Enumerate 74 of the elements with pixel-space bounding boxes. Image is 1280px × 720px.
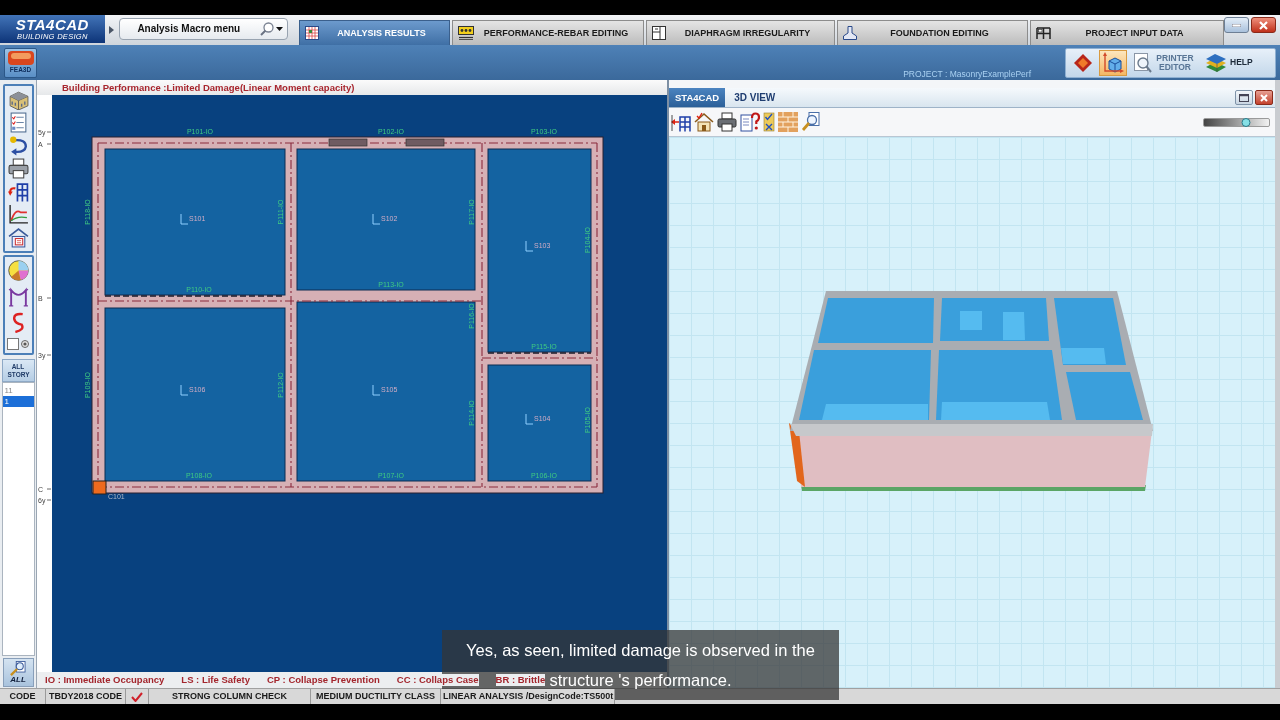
tab[interactable]: ANALYSIS RESULTS (299, 20, 450, 45)
grid-document-icon (305, 26, 319, 40)
legend-item: BR : Brittle (495, 674, 546, 686)
tab[interactable]: PERFORMANCE-REBAR EDITING (452, 20, 644, 45)
view-title: 3D VIEW (734, 91, 776, 104)
caret-icon (276, 27, 283, 31)
diamond-icon (1074, 53, 1092, 72)
magnifier-document-icon (9, 661, 27, 676)
tab[interactable]: DIAPHRAGM IRREGULARITY (646, 20, 835, 45)
minimize-button[interactable] (1224, 17, 1249, 33)
curved-arrow-icon[interactable] (7, 135, 29, 156)
frame-arrow-icon[interactable] (671, 112, 691, 132)
slab-axis-icon (180, 384, 189, 396)
checkbox-cross-icon[interactable] (763, 112, 775, 132)
help-document-icon[interactable] (740, 112, 760, 132)
search-icon (260, 22, 274, 36)
portal-frame-icon[interactable] (7, 286, 29, 307)
frame-arrow-icon[interactable] (7, 181, 29, 202)
help-button[interactable]: HELP (1202, 49, 1256, 76)
legend-item: CC : Collaps Case (396, 674, 479, 686)
restore-icon (1239, 93, 1249, 102)
project-name: PROJECT : MasonryExamplePerf (903, 68, 1031, 79)
radio-dot-icon[interactable] (21, 340, 29, 348)
option-checkbox[interactable] (7, 338, 19, 350)
slab-icon (7, 51, 34, 66)
legend-item: CP : Collapse Prevention (266, 674, 380, 686)
slab-axis-icon (372, 213, 381, 225)
floor-plan-icon (652, 26, 666, 40)
slab-axis-icon (525, 240, 534, 252)
legend-item: LS : Life Safety (181, 674, 250, 686)
status-text: TBDY2018 CODE (46, 689, 126, 704)
window-mark (405, 138, 445, 147)
printer-icon[interactable] (7, 158, 29, 179)
rebar-icon (458, 26, 474, 40)
restore-button[interactable] (1235, 90, 1253, 105)
frame-grid-icon (1036, 26, 1051, 40)
slider-thumb[interactable] (1241, 117, 1251, 127)
window-mark (328, 138, 368, 147)
story-item[interactable]: 1 (2, 396, 34, 407)
pie-chart-icon[interactable] (7, 260, 29, 281)
expand-arrow-icon[interactable] (108, 26, 114, 34)
legend-item: IO : Immediate Occupancy (45, 674, 165, 686)
close-button[interactable] (1255, 90, 1273, 105)
macro-menu-dropdown[interactable]: Analysis Macro menu (118, 18, 288, 40)
status-text: CODE (0, 689, 46, 704)
books-icon (1205, 52, 1227, 73)
plan-title: Building Performance :Limited Damage(Linear Moment capacity) (62, 81, 355, 94)
slab-axis-icon (372, 384, 381, 396)
status-text: STRONG COLUMN CHECK (149, 689, 311, 704)
close-icon (1260, 93, 1268, 102)
tab[interactable]: PROJECT INPUT DATA (1030, 20, 1224, 45)
logo-title: STA4CAD (15, 17, 89, 33)
view-tab[interactable]: STA4CAD (669, 88, 726, 107)
cube-icon (1102, 51, 1124, 74)
slab-axis-icon (525, 413, 534, 425)
minimize-icon (1232, 23, 1241, 27)
zoom-slider-track[interactable] (1203, 117, 1270, 127)
house-check-icon[interactable] (694, 112, 714, 132)
cube-button[interactable] (1099, 49, 1127, 76)
close-button[interactable] (1251, 17, 1276, 33)
tab[interactable]: FOUNDATION EDITING (837, 20, 1028, 45)
story-item[interactable]: 11 (2, 385, 34, 396)
printer-icon[interactable] (717, 112, 737, 132)
zoom-all-button[interactable]: ALL (2, 658, 34, 687)
house-document-icon[interactable] (7, 227, 29, 248)
footing-icon (843, 26, 857, 40)
close-icon (1259, 20, 1268, 30)
document-magnifier-icon (1134, 52, 1152, 73)
status-text: LINEAR ANALYSIS /DesignCode:TS500t (441, 689, 615, 704)
curve-chart-icon[interactable] (7, 204, 29, 225)
slab-axis-icon (180, 213, 189, 225)
building-icon[interactable] (7, 89, 29, 110)
zoom-document-icon[interactable] (801, 112, 821, 132)
column-marker (92, 480, 107, 495)
